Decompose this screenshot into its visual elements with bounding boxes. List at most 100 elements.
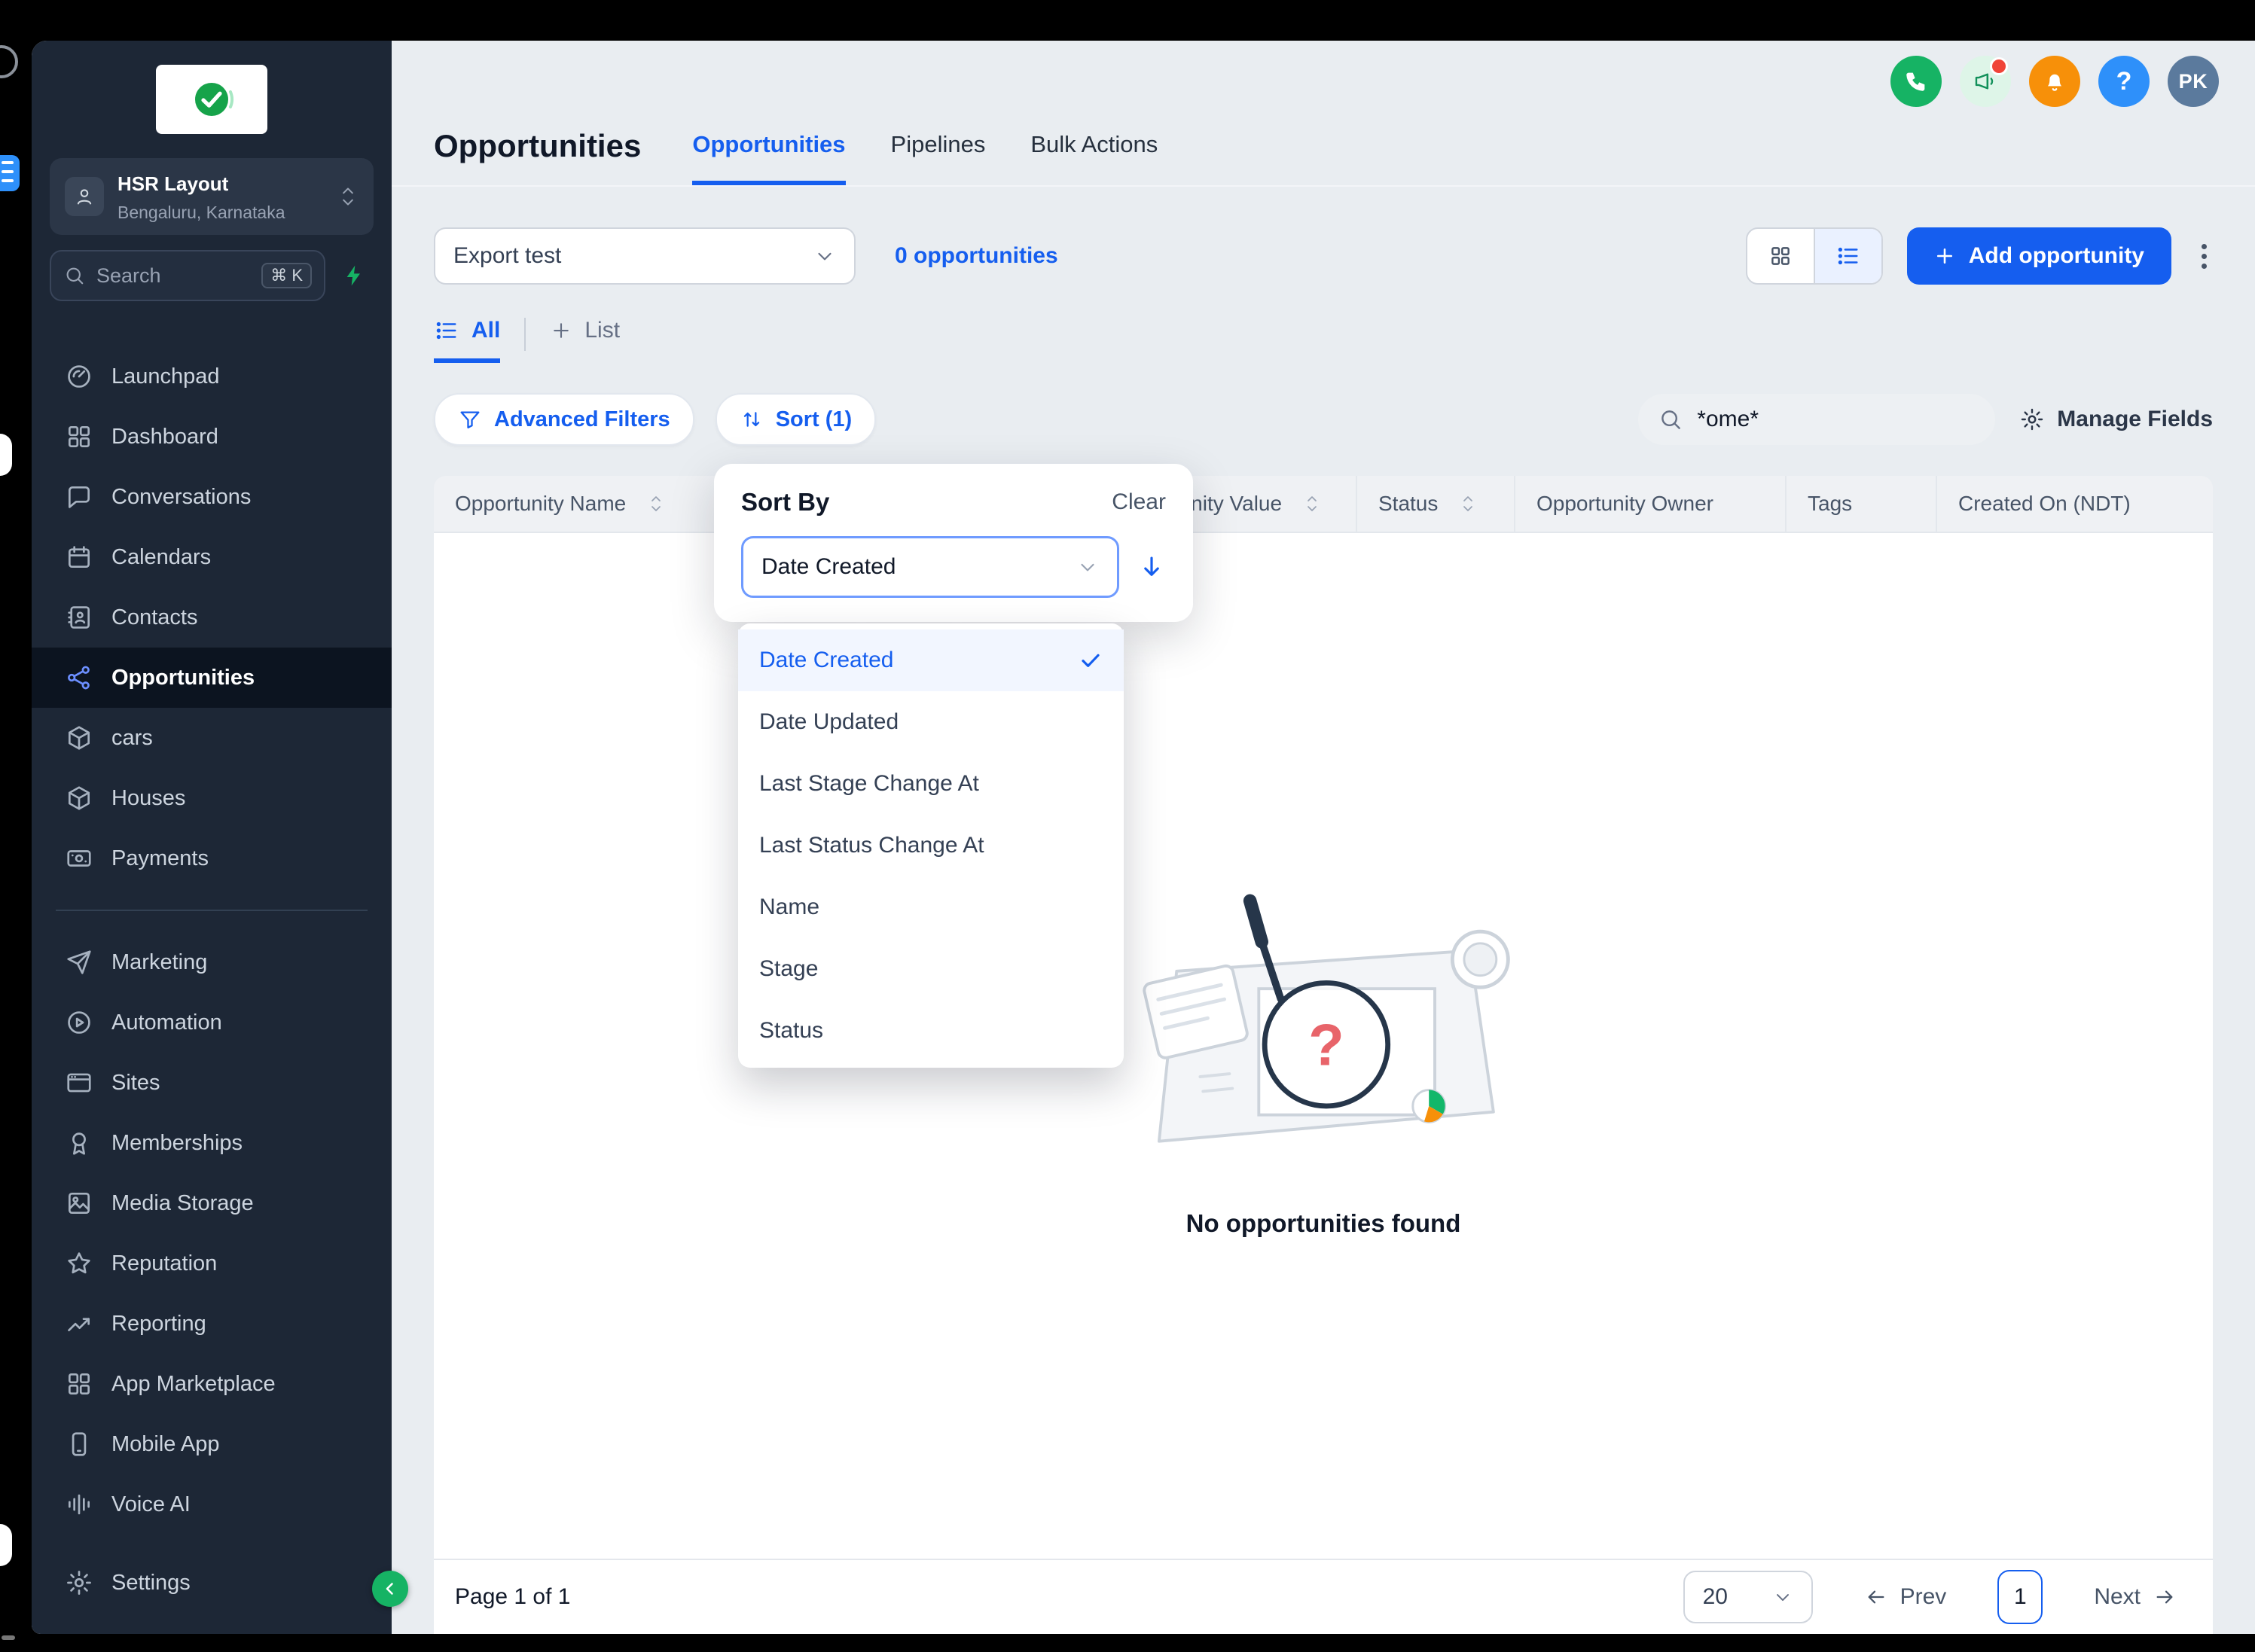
sidebar-item-app-marketplace[interactable]: App Marketplace — [50, 1354, 374, 1414]
check-icon — [1082, 654, 1100, 667]
cube-icon — [65, 724, 93, 752]
page-size-value: 20 — [1702, 1584, 1728, 1609]
sidebar: HSR Layout Bengaluru, Karnataka Search ⌘… — [32, 41, 392, 1634]
phone-button[interactable] — [1890, 56, 1942, 107]
more-options-button[interactable] — [2195, 238, 2213, 275]
sort-toggle-icon[interactable] — [1303, 493, 1321, 514]
avatar-initials: PK — [2178, 69, 2208, 93]
view-tab-divider — [524, 318, 526, 351]
sort-option-status[interactable]: Status — [738, 1000, 1124, 1062]
sort-option-stage[interactable]: Stage — [738, 938, 1124, 1000]
sidebar-search-input[interactable]: Search ⌘ K — [50, 250, 325, 301]
clipped-pill — [0, 434, 12, 476]
topbar: ? PK Opportunities Opportunities Pipelin… — [392, 41, 2255, 187]
add-list-button[interactable]: List — [550, 318, 620, 363]
user-avatar[interactable]: PK — [2168, 56, 2219, 107]
sidebar-item-label: Calendars — [111, 545, 212, 569]
sidebar-item-settings[interactable]: Settings — [50, 1553, 374, 1613]
sidebar-item-reporting[interactable]: Reporting — [50, 1294, 374, 1354]
help-button[interactable]: ? — [2098, 56, 2150, 107]
sidebar-item-label: App Marketplace — [111, 1372, 276, 1396]
sort-option-name[interactable]: Name — [738, 876, 1124, 938]
sidebar-item-launchpad[interactable]: Launchpad — [50, 346, 374, 407]
sidebar-collapse-button[interactable] — [372, 1571, 408, 1607]
column-header-opportunity-owner[interactable]: Opportunity Owner — [1514, 476, 1785, 532]
sidebar-item-mobile-app[interactable]: Mobile App — [50, 1414, 374, 1474]
table-header: Opportunity Name Opportunity Value Statu… — [434, 476, 2213, 533]
sidebar-item-label: Sites — [111, 1071, 160, 1095]
sidebar-item-voice-ai[interactable]: Voice AI — [50, 1474, 374, 1535]
sidebar-item-reputation[interactable]: Reputation — [50, 1233, 374, 1294]
app-window: HSR Layout Bengaluru, Karnataka Search ⌘… — [32, 41, 2255, 1634]
chevron-down-icon — [1081, 563, 1094, 571]
page-number-button[interactable]: 1 — [1997, 1570, 2043, 1624]
opportunities-icon — [65, 663, 93, 692]
location-switcher[interactable]: HSR Layout Bengaluru, Karnataka — [50, 158, 374, 235]
add-opportunity-label: Add opportunity — [1968, 243, 2144, 268]
clipped-pill — [0, 1524, 12, 1566]
tab-pipelines[interactable]: Pipelines — [891, 131, 986, 185]
tab-opportunities[interactable]: Opportunities — [692, 131, 846, 185]
sort-button[interactable]: Sort (1) — [715, 393, 877, 446]
sidebar-item-conversations[interactable]: Conversations — [50, 467, 374, 527]
sidebar-item-media-storage[interactable]: Media Storage — [50, 1173, 374, 1233]
tab-bulk-actions[interactable]: Bulk Actions — [1030, 131, 1158, 185]
saved-view-select[interactable]: Export test — [434, 227, 856, 285]
next-page-button[interactable]: Next — [2079, 1574, 2192, 1620]
sidebar-item-payments[interactable]: Payments — [50, 828, 374, 888]
sort-toggle-icon[interactable] — [647, 493, 665, 514]
add-opportunity-button[interactable]: Add opportunity — [1906, 227, 2171, 285]
sidebar-item-dashboard[interactable]: Dashboard — [50, 407, 374, 467]
sidebar-item-automation[interactable]: Automation — [50, 992, 374, 1053]
sort-direction-button[interactable] — [1137, 553, 1166, 581]
sidebar-item-contacts[interactable]: Contacts — [50, 587, 374, 648]
opportunity-count-link[interactable]: 0 opportunities — [895, 243, 1058, 269]
sort-options-menu: Date Created Date Updated Last Stage Cha… — [738, 623, 1124, 1068]
sidebar-item-opportunities[interactable]: Opportunities — [32, 648, 392, 708]
quick-actions-button[interactable] — [334, 253, 374, 298]
clipped-glyph — [0, 45, 18, 78]
sort-toggle-icon[interactable] — [1459, 493, 1477, 514]
sort-option-last-status-change[interactable]: Last Status Change At — [738, 815, 1124, 876]
sidebar-item-label: cars — [111, 726, 153, 750]
sort-option-date-updated[interactable]: Date Updated — [738, 691, 1124, 753]
page-info: Page 1 of 1 — [455, 1584, 571, 1609]
sort-field-select[interactable]: Date Created — [741, 536, 1119, 598]
sidebar-item-memberships[interactable]: Memberships — [50, 1113, 374, 1173]
manage-fields-button[interactable]: Manage Fields — [2019, 407, 2213, 432]
question-mark-icon: ? — [2116, 66, 2132, 96]
sidebar-item-marketing[interactable]: Marketing — [50, 932, 374, 992]
sidebar-item-sites[interactable]: Sites — [50, 1053, 374, 1113]
sort-arrows-icon — [743, 412, 759, 427]
notifications-button[interactable] — [2029, 56, 2080, 107]
sidebar-item-calendars[interactable]: Calendars — [50, 527, 374, 587]
sidebar-item-cars[interactable]: cars — [50, 708, 374, 768]
sidebar-item-label: Settings — [111, 1571, 191, 1595]
column-header-tags[interactable]: Tags — [1785, 476, 1936, 532]
page-title: Opportunities — [434, 128, 642, 163]
sidebar-item-houses[interactable]: Houses — [50, 768, 374, 828]
funnel-icon — [460, 411, 480, 428]
table-search-value: *ome* — [1697, 407, 1759, 431]
sidebar-item-label: Conversations — [111, 485, 252, 509]
sort-option-last-stage-change[interactable]: Last Stage Change At — [738, 753, 1124, 815]
prev-page-button[interactable]: Prev — [1849, 1574, 1962, 1620]
page-size-select[interactable]: 20 — [1683, 1571, 1813, 1623]
location-icon — [65, 177, 104, 216]
list-view-toggle[interactable] — [1813, 229, 1881, 283]
sidebar-item-label: Contacts — [111, 605, 198, 629]
advanced-filters-button[interactable]: Advanced Filters — [434, 393, 694, 446]
column-header-created-on[interactable]: Created On (NDT) — [1936, 476, 2213, 532]
sort-option-date-created[interactable]: Date Created — [738, 629, 1124, 691]
saved-view-value: Export test — [453, 243, 562, 268]
table-body-empty-state: ? No opportunities found — [434, 533, 2213, 1559]
sort-clear-button[interactable]: Clear — [1112, 489, 1166, 515]
sidebar-item-label: Payments — [111, 846, 209, 870]
view-tab-all[interactable]: All — [434, 318, 501, 363]
card-view-toggle[interactable] — [1747, 229, 1814, 283]
column-header-status[interactable]: Status — [1356, 476, 1514, 532]
list-view-icon — [1838, 247, 1858, 265]
announcements-button[interactable] — [1960, 56, 2011, 107]
chevron-left-icon — [386, 1583, 393, 1595]
table-search-input[interactable]: *ome* — [1638, 394, 1996, 445]
